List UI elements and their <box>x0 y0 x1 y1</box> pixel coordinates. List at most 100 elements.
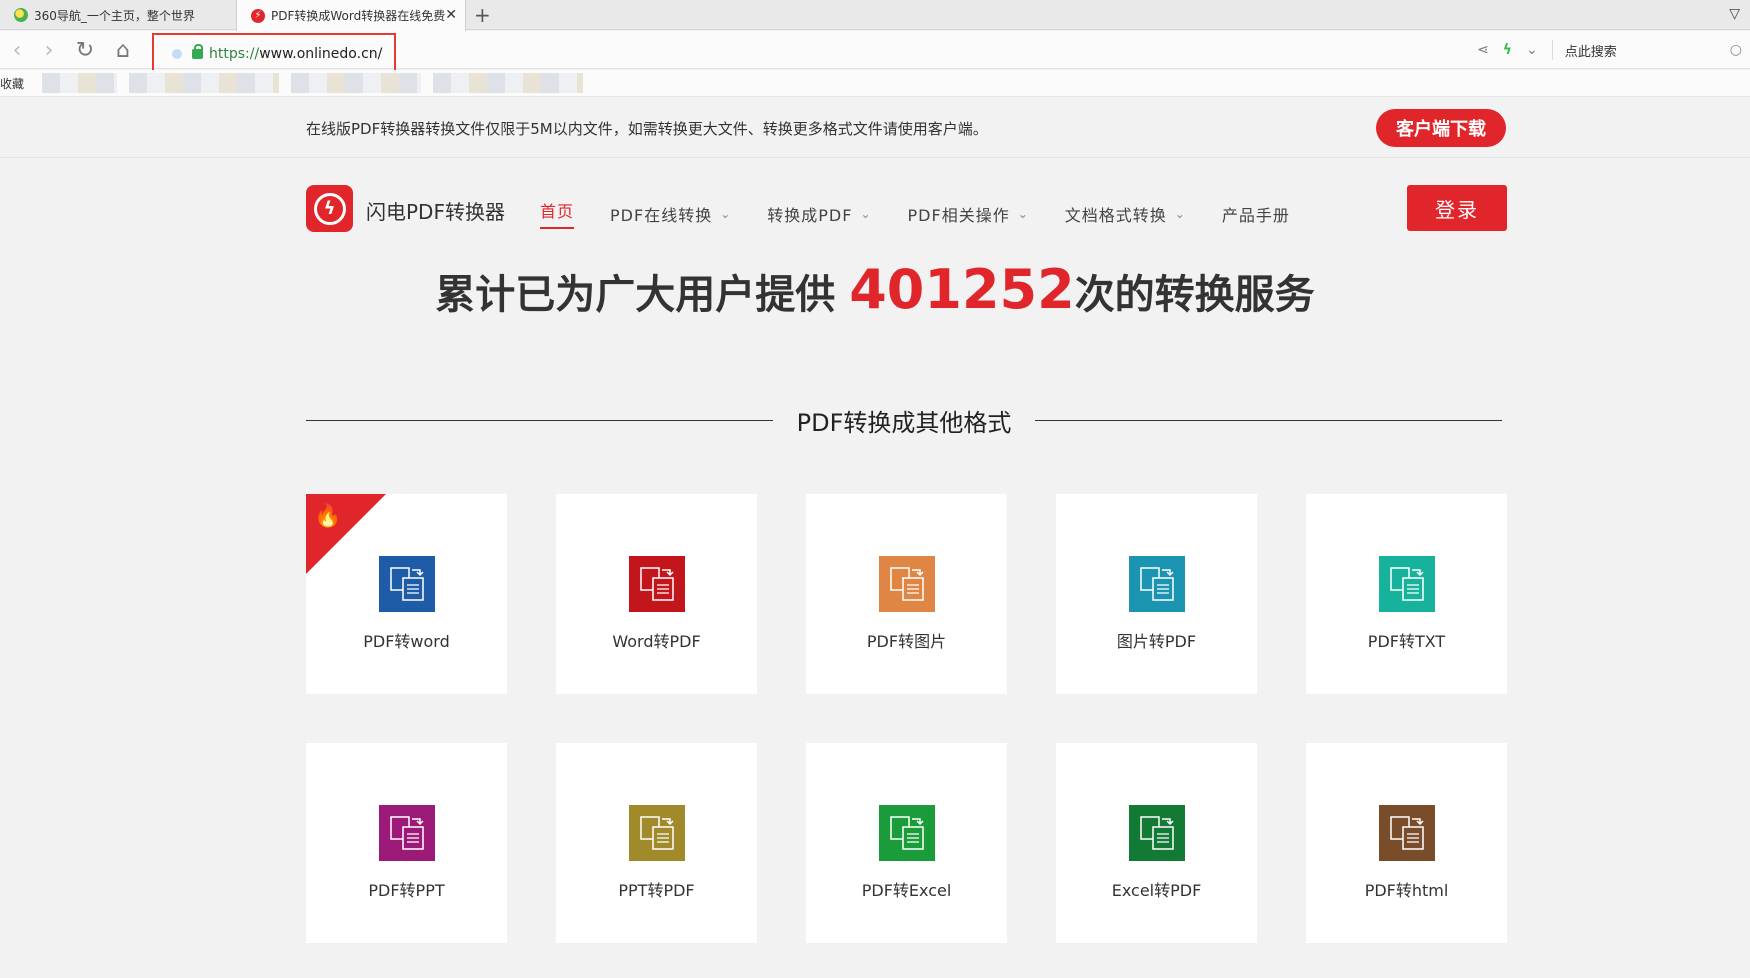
browser-toolbar: ‹ › ↻ ⌂ https://www.onlinedo.cn/ ⋖ ϟ ⌄ 点… <box>0 31 1750 75</box>
notice-text: 在线版PDF转换器转换文件仅限于5M以内文件，如需转换更大文件、转换更多格式文件… <box>306 120 988 138</box>
pdf-to-word-icon-graphic <box>378 556 435 612</box>
tool-card-image-to-pdf[interactable]: 图片转PDF <box>1056 494 1257 694</box>
logo-icon[interactable]: ϟ <box>306 185 353 232</box>
tool-card-pdf-to-html[interactable]: PDF转html <box>1306 743 1507 943</box>
section-header: PDF转换成其他格式 <box>306 400 1503 440</box>
tool-label: PPT转PDF <box>618 881 695 900</box>
chevron-down-icon: ⌄ <box>860 206 872 221</box>
pdf-to-txt-icon-graphic <box>1378 556 1435 612</box>
tool-card-pdf-to-image[interactable]: PDF转图片 <box>806 494 1007 694</box>
nav-pdf-ops[interactable]: PDF相关操作 ⌄ <box>908 198 1029 229</box>
section-title: PDF转换成其他格式 <box>796 408 1012 437</box>
bookmark-item-blurred[interactable] <box>42 73 118 93</box>
bookmarks-label[interactable]: 收藏 <box>0 75 24 92</box>
url-host: www.onlinedo.cn/ <box>259 46 383 62</box>
360-favicon-icon <box>14 8 28 22</box>
pdf-to-ppt-icon-graphic <box>378 805 435 861</box>
nav-manual[interactable]: 产品手册 <box>1222 198 1290 229</box>
divider <box>306 419 773 421</box>
word-to-pdf-icon <box>627 554 687 614</box>
url-scheme: https:// <box>209 46 260 62</box>
nav-to-pdf[interactable]: 转换成PDF ⌄ <box>767 198 871 229</box>
tool-card-pdf-to-txt[interactable]: PDF转TXT <box>1306 494 1507 694</box>
image-to-pdf-icon <box>1127 554 1187 614</box>
image-to-pdf-icon-graphic <box>1128 556 1185 612</box>
tool-label: Word转PDF <box>612 632 701 651</box>
logo-text[interactable]: 闪电PDF转换器 <box>366 196 505 225</box>
browser-tab-active[interactable]: ⚡ PDF转换成Word转换器在线免费 ✕ <box>236 0 466 31</box>
chevron-down-icon[interactable]: ⌄ <box>1526 42 1538 58</box>
restore-icon[interactable]: ▽ <box>1729 6 1740 22</box>
lightning-icon[interactable]: ϟ <box>1503 42 1512 58</box>
nav-label: 产品手册 <box>1221 205 1290 225</box>
flame-icon: 🔥 <box>314 504 342 529</box>
search-input[interactable]: 点此搜索 <box>1565 41 1730 60</box>
stats-prefix: 累计已为广大用户提供 <box>435 272 850 318</box>
pdf-to-excel-icon <box>877 803 937 863</box>
tool-card-pdf-to-excel[interactable]: PDF转Excel <box>806 743 1007 943</box>
nav-label: 首页 <box>540 202 575 221</box>
login-button[interactable]: 登录 <box>1407 185 1507 231</box>
browser-tab-360[interactable]: 360导航_一个主页，整个世界 <box>0 0 236 30</box>
tool-card-excel-to-pdf[interactable]: Excel转PDF <box>1056 743 1257 943</box>
nav-label: 文档格式转换 <box>1064 205 1167 225</box>
divider <box>1035 419 1503 421</box>
nav-pdf-online[interactable]: PDF在线转换 ⌄ <box>610 198 731 229</box>
back-icon[interactable]: ‹ <box>4 37 30 63</box>
tool-card-ppt-to-pdf[interactable]: PPT转PDF <box>556 743 757 943</box>
nav-home[interactable]: 首页 <box>540 198 575 229</box>
toolbar-right: ⋖ ϟ ⌄ 点此搜索 ○ <box>1477 31 1750 69</box>
nav-doc-convert[interactable]: 文档格式转换 ⌄ <box>1065 198 1186 229</box>
close-tab-icon[interactable]: ✕ <box>445 7 457 23</box>
bookmark-item-blurred[interactable] <box>433 73 584 93</box>
pdf-favicon-icon: ⚡ <box>251 8 265 23</box>
tool-label: PDF转word <box>363 632 450 651</box>
tool-label: PDF转PPT <box>368 881 445 900</box>
site-header: ϟ 闪电PDF转换器 首页 PDF在线转换 ⌄ 转换成PDF ⌄ PDF相关操作 ⌄ … <box>0 158 1750 258</box>
pdf-to-image-icon-graphic <box>878 556 935 612</box>
pdf-to-excel-icon-graphic <box>878 805 935 861</box>
share-icon[interactable]: ⋖ <box>1477 42 1489 58</box>
site-info-icon <box>172 49 182 59</box>
home-icon[interactable]: ⌂ <box>110 37 136 63</box>
word-to-pdf-icon-graphic <box>628 556 685 612</box>
chevron-down-icon: ⌄ <box>1174 206 1186 221</box>
pdf-to-html-icon-graphic <box>1378 805 1435 861</box>
pdf-to-image-icon <box>877 554 937 614</box>
tool-label: PDF转图片 <box>866 632 947 651</box>
tool-label: PDF转html <box>1364 881 1449 900</box>
stats-count: 401252 <box>849 258 1075 321</box>
tool-label: PDF转Excel <box>861 881 952 900</box>
tool-card-pdf-to-word[interactable]: PDF转word 🔥 <box>306 494 507 694</box>
excel-to-pdf-icon <box>1127 803 1187 863</box>
chevron-down-icon: ⌄ <box>720 206 732 221</box>
tool-label: Excel转PDF <box>1111 881 1202 900</box>
address-bar[interactable]: https://www.onlinedo.cn/ <box>152 33 396 75</box>
stats-headline: 累计已为广大用户提供 401252次的转换服务 <box>0 258 1750 321</box>
pdf-to-html-icon <box>1377 803 1437 863</box>
ppt-to-pdf-icon <box>627 803 687 863</box>
reload-icon[interactable]: ↻ <box>72 37 98 63</box>
browser-tab-bar: 360导航_一个主页，整个世界 ⚡ PDF转换成Word转换器在线免费 ✕ + … <box>0 0 1750 31</box>
tool-grid: PDF转word 🔥 Word转PDF PDF转图片 图片转PDF PDF转TXT… <box>306 494 1507 943</box>
forward-icon[interactable]: › <box>36 37 62 63</box>
pdf-to-ppt-icon <box>377 803 437 863</box>
client-download-button[interactable]: 客户端下载 <box>1376 109 1506 147</box>
divider <box>1551 40 1553 60</box>
tool-label: 图片转PDF <box>1116 632 1197 651</box>
nav-label: PDF相关操作 <box>907 205 1010 225</box>
bookmark-item-blurred[interactable] <box>291 73 422 93</box>
tool-card-word-to-pdf[interactable]: Word转PDF <box>556 494 757 694</box>
chevron-down-icon: ⌄ <box>1017 206 1029 221</box>
tab-title: 360导航_一个主页，整个世界 <box>34 8 195 23</box>
new-tab-icon[interactable]: + <box>474 3 491 27</box>
bookmark-item-blurred[interactable] <box>129 73 280 93</box>
tool-card-pdf-to-ppt[interactable]: PDF转PPT <box>306 743 507 943</box>
notice-bar: 在线版PDF转换器转换文件仅限于5M以内文件，如需转换更大文件、转换更多格式文件… <box>0 98 1750 158</box>
lock-icon <box>192 44 203 59</box>
excel-to-pdf-icon-graphic <box>1128 805 1185 861</box>
bookmarks-bar: 收藏 <box>0 70 1750 97</box>
nav-label: 转换成PDF <box>767 205 853 225</box>
search-icon[interactable]: ○ <box>1730 42 1742 58</box>
tool-label: PDF转TXT <box>1367 632 1446 651</box>
